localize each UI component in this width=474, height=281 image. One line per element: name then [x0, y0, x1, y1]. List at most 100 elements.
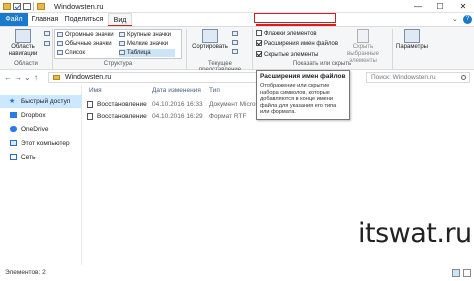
sort-button[interactable]: Сортировать: [190, 29, 230, 51]
file-date: 04.10.2016 16:29: [152, 113, 203, 120]
network-icon: [10, 154, 17, 160]
onedrive-icon: [10, 126, 17, 132]
nav-item-label: OneDrive: [21, 126, 49, 133]
layout-gallery: Огромные значки Крупные значки Обычные з…: [54, 29, 182, 59]
status-item-count: Элементов: 2: [5, 269, 46, 276]
hidden-items-toggle[interactable]: Скрытые элементы: [256, 51, 318, 59]
layout-details[interactable]: Таблица: [119, 49, 175, 57]
help-icon[interactable]: ?: [463, 15, 472, 24]
checkbox[interactable]: [256, 51, 262, 58]
tooltip: Расширения имен файлов Отображение или с…: [256, 70, 350, 120]
folder-icon: [37, 3, 45, 10]
checkbox[interactable]: [256, 30, 262, 37]
divider: [52, 29, 53, 69]
file-name: Восстановление ...: [97, 101, 149, 108]
divider: [252, 29, 253, 69]
options-label: Параметры: [396, 44, 428, 50]
file-date: 04.10.2016 16:33: [152, 101, 203, 108]
divider: [186, 29, 187, 69]
file-type: Документ Micros: [209, 101, 259, 108]
window-title: Windowsten.ru: [54, 2, 104, 11]
back-icon[interactable]: ←: [4, 73, 12, 82]
nav-item-label: Быстрый доступ: [21, 98, 71, 105]
layout-list[interactable]: Список: [57, 49, 85, 57]
forward-icon[interactable]: →: [14, 73, 22, 82]
nav-item-dropbox[interactable]: Dropbox: [0, 109, 82, 122]
properties-icon[interactable]: [13, 3, 21, 10]
nav-item-label: Этот компьютер: [21, 140, 70, 147]
star-icon: ★: [9, 98, 16, 105]
layout-medium-icons[interactable]: Обычные значки: [57, 40, 112, 48]
layout-large-icons[interactable]: Крупные значки: [119, 31, 171, 39]
column-name[interactable]: Имя: [89, 87, 102, 94]
title-bar: Windowsten.ru — ☐ ✕: [0, 0, 474, 13]
details-pane-icon[interactable]: [44, 40, 52, 48]
tab-home[interactable]: Главная: [30, 13, 60, 26]
document-icon: [87, 113, 93, 120]
close-button[interactable]: ✕: [452, 0, 474, 13]
navigation-pane-button[interactable]: Область навигации: [2, 29, 44, 58]
search-input[interactable]: Поиск: Windowsten.ru: [366, 72, 470, 83]
options-button[interactable]: Параметры: [394, 29, 430, 51]
column-type[interactable]: Тип: [209, 87, 220, 94]
tab-share[interactable]: Поделиться: [62, 13, 106, 26]
ribbon: Область навигации Области Огромные значк…: [0, 26, 474, 73]
folder-icon: [3, 3, 11, 10]
recent-locations-icon[interactable]: ⌄: [24, 73, 31, 82]
column-date[interactable]: Дата изменения: [152, 87, 201, 94]
dropbox-icon: [10, 112, 17, 118]
address-path: Windowsten.ru: [65, 74, 112, 81]
add-columns-icon[interactable]: [232, 39, 240, 47]
nav-item-quick-access[interactable]: ★ Быстрый доступ: [0, 95, 82, 108]
file-type: Формат RTF: [209, 113, 247, 120]
address-bar-row: ← → ⌄ ↑ Windowsten.ru Поиск: Windowsten.…: [0, 70, 474, 85]
item-checkboxes-toggle[interactable]: Флажки элементов: [256, 30, 317, 38]
navigation-pane-icon: [15, 29, 31, 43]
new-folder-icon[interactable]: [23, 3, 31, 10]
navigation-pane: ★ Быстрый доступ Dropbox OneDrive Этот к…: [0, 85, 82, 265]
status-bar: Элементов: 2: [0, 266, 474, 281]
tooltip-body: Отображение или скрытие набора символов,…: [260, 83, 337, 116]
divider: [392, 29, 393, 69]
file-extensions-underline: [256, 24, 336, 26]
sort-icon: [202, 29, 218, 43]
document-icon: [87, 101, 93, 108]
search-placeholder: Поиск: Windowsten.ru: [371, 74, 436, 81]
group-label-show-hide: Показать или скрыть: [292, 61, 352, 67]
navigation-pane-label: Область навигации: [8, 44, 38, 57]
tab-file[interactable]: Файл: [0, 13, 28, 26]
size-columns-icon[interactable]: [232, 48, 240, 56]
file-extensions-toggle[interactable]: Расширения имен файлов: [256, 40, 338, 48]
folder-icon: [53, 75, 60, 80]
sort-label: Сортировать: [192, 44, 228, 50]
nav-item-label: Сеть: [21, 154, 36, 161]
file-extensions-highlight: [254, 13, 336, 23]
checkbox[interactable]: [256, 40, 262, 47]
nav-item-this-pc[interactable]: Этот компьютер: [0, 137, 82, 150]
nav-item-network[interactable]: Сеть: [0, 151, 82, 164]
up-icon[interactable]: ↑: [34, 73, 38, 82]
group-label-panes: Области: [14, 61, 38, 67]
ribbon-tabs: Файл Главная Поделиться Вид ⌄ ?: [0, 13, 474, 26]
nav-item-label: Dropbox: [21, 112, 46, 119]
hide-selected-button[interactable]: Скрыть выбранные элементы: [338, 29, 388, 65]
search-icon: [461, 75, 466, 80]
site-watermark: itswat.ru: [358, 218, 472, 249]
layout-extra-large-icons[interactable]: Огромные значки: [57, 31, 114, 39]
chevron-down-icon[interactable]: ⌄: [452, 15, 458, 23]
layout-small-icons[interactable]: Мелкие значки: [119, 40, 168, 48]
options-icon: [404, 29, 420, 43]
nav-item-onedrive[interactable]: OneDrive: [0, 123, 82, 136]
minimize-button[interactable]: —: [407, 0, 429, 13]
file-name: Восстановление ...: [97, 113, 149, 120]
details-view-icon[interactable]: [452, 269, 460, 277]
computer-icon: [10, 140, 17, 146]
preview-pane-icon[interactable]: [44, 30, 52, 38]
divider: [33, 2, 34, 11]
large-icons-view-icon[interactable]: [463, 269, 471, 277]
hide-selected-icon: [357, 29, 369, 43]
tooltip-title: Расширения имен файлов: [260, 73, 346, 80]
group-by-icon[interactable]: [232, 30, 240, 38]
maximize-button[interactable]: ☐: [429, 0, 451, 13]
group-label-layout: Структура: [103, 61, 133, 67]
